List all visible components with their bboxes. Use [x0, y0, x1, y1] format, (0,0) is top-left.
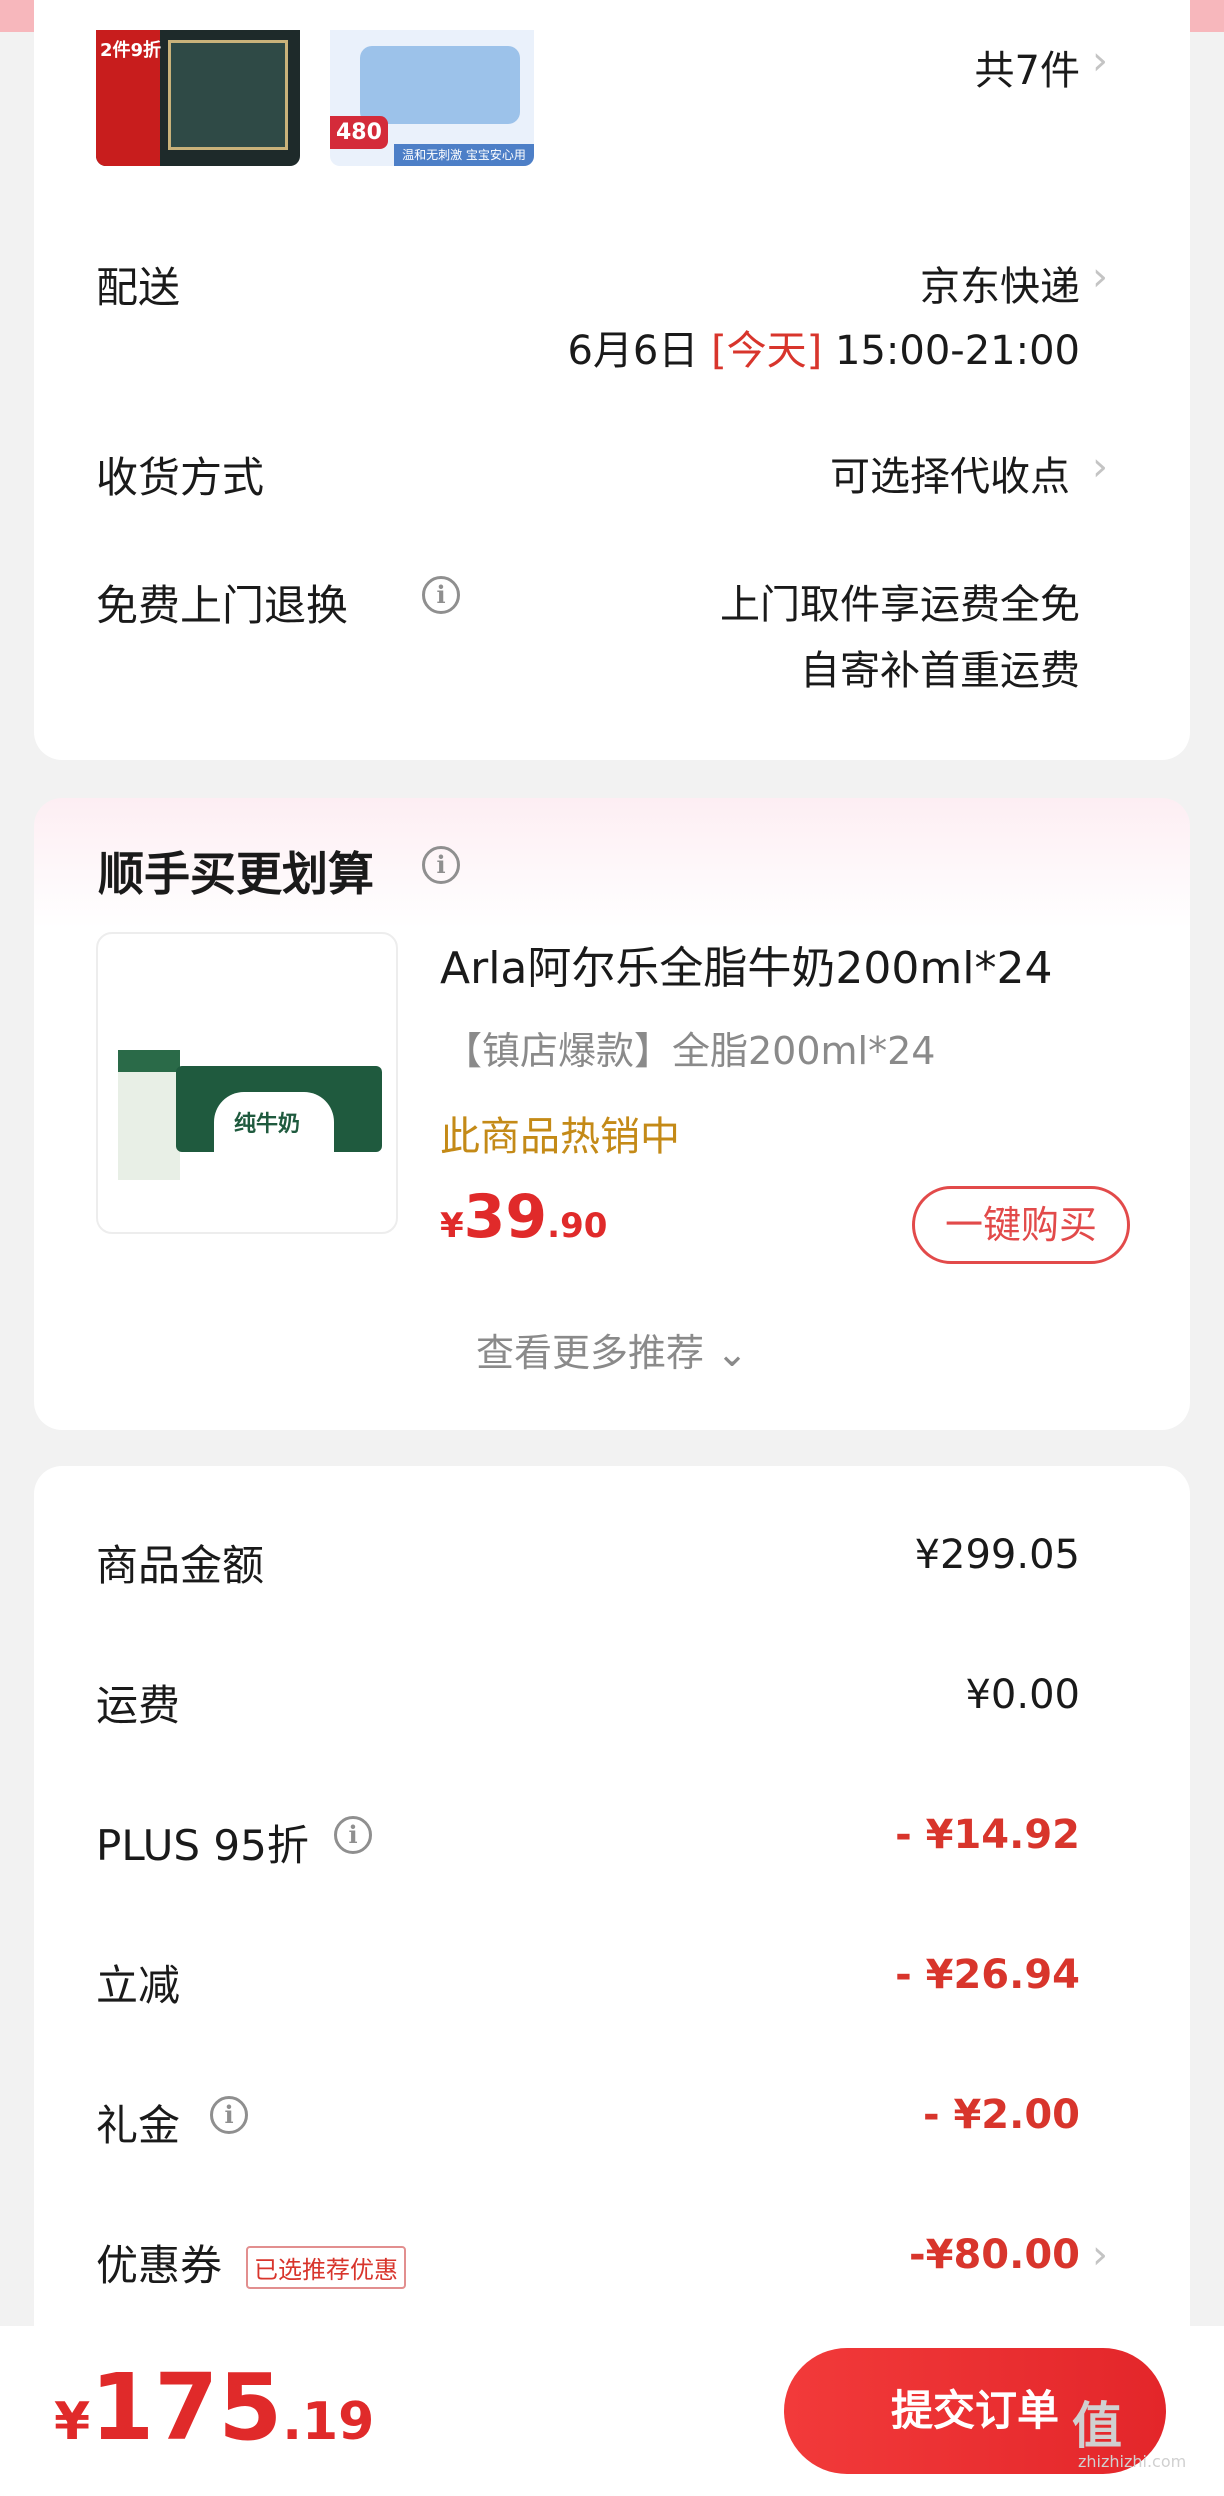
chevron-right-icon[interactable]: ›	[1092, 444, 1108, 490]
info-icon[interactable]: i	[422, 576, 460, 614]
order-total: ¥175.19	[54, 2354, 374, 2461]
chevron-right-icon[interactable]: ›	[1092, 38, 1108, 84]
delivery-window: 15:00-21:00	[835, 328, 1080, 374]
product-price: ¥39.90	[440, 1182, 607, 1252]
receive-method-label: 收货方式	[96, 453, 265, 502]
info-icon[interactable]: i	[334, 1816, 372, 1854]
recommendation-title: 顺手买更划算	[98, 838, 374, 904]
shipping-fee-label: 运费	[96, 1681, 181, 1730]
total-integer: 175	[90, 2354, 283, 2461]
info-icon[interactable]: i	[210, 2096, 248, 2134]
coupon-value[interactable]: -¥80.00	[909, 2232, 1080, 2278]
checkout-bar: ¥175.19 提交订单 值 zhizhizhi.com	[0, 2326, 1224, 2496]
total-currency: ¥	[54, 2392, 91, 2452]
milk-carton-graphic	[118, 1050, 180, 1180]
free-return-line1: 上门取件享运费全免	[720, 582, 1080, 628]
product-thumb-tissue[interactable]: 2件9折	[96, 30, 300, 166]
plus-discount-label: PLUS 95折	[96, 1821, 309, 1870]
item-count[interactable]: 共7件	[975, 38, 1080, 96]
thumb-caption: 温和无刺激 宝宝安心用	[394, 144, 534, 166]
thumb-count-badge: 480	[330, 116, 388, 149]
milk-box-text: 纯牛奶	[234, 1112, 301, 1137]
gift-money-value: - ¥2.00	[922, 2092, 1080, 2138]
one-click-buy-button[interactable]: 一键购买	[912, 1186, 1130, 1264]
coupon-label: 优惠券	[96, 2241, 223, 2290]
product-thumb-wipes[interactable]: 480 温和无刺激 宝宝安心用	[330, 30, 534, 166]
instant-discount-label: 立减	[96, 1961, 181, 2010]
watermark-logo: 值	[1072, 2397, 1122, 2455]
free-return-label: 免费上门退换	[96, 581, 349, 630]
watermark-text: zhizhizhi.com	[1078, 2452, 1187, 2471]
subtotal-label: 商品金额	[96, 1541, 265, 1590]
chevron-right-icon[interactable]: ›	[1092, 254, 1108, 300]
shipping-label: 配送	[96, 263, 181, 312]
shipping-fee-value: ¥0.00	[965, 1672, 1080, 1718]
recommendation-card: 顺手买更划算 i 纯牛奶 Arla阿尔乐全脂牛奶200ml*24 【镇店爆款】全…	[34, 798, 1190, 1430]
milk-box-graphic: 纯牛奶	[176, 1066, 382, 1152]
info-icon[interactable]: i	[422, 846, 460, 884]
receive-method-value[interactable]: 可选择代收点	[830, 444, 1070, 502]
product-image[interactable]: 纯牛奶	[96, 932, 398, 1234]
product-name[interactable]: Arla阿尔乐全脂牛奶200ml*24	[440, 932, 1052, 996]
gift-money-label: 礼金	[96, 2101, 181, 2150]
coupon-selected-tag: 已选推荐优惠	[246, 2246, 406, 2289]
recommendation-title-text: 顺手买更划算	[98, 847, 374, 901]
thumb-promo-tag: 2件9折	[100, 40, 162, 61]
shipping-value[interactable]: 京东快递	[920, 254, 1080, 312]
delivery-card: 2件9折 480 温和无刺激 宝宝安心用 共7件 › 配送 京东快递 › 6月6…	[34, 0, 1190, 760]
delivery-today: [今天]	[711, 328, 823, 374]
delivery-time[interactable]: 6月6日 [今天] 15:00-21:00	[567, 318, 1080, 376]
thumb-package	[168, 40, 288, 150]
subtotal-value: ¥299.05	[914, 1532, 1080, 1578]
plus-discount-value: - ¥14.92	[895, 1812, 1080, 1858]
product-subtitle: 【镇店爆款】全脂200ml*24	[444, 1029, 936, 1073]
thumb-wipes-bag	[360, 46, 520, 124]
delivery-date: 6月6日	[567, 328, 699, 374]
more-recommendations-link[interactable]: 查看更多推荐 ⌄	[34, 1322, 1190, 1377]
instant-discount-value: - ¥26.94	[895, 1952, 1080, 1998]
price-decimal: .90	[547, 1206, 608, 1246]
price-integer: 39	[463, 1182, 548, 1252]
free-return-line2: 自寄补首重运费	[800, 648, 1080, 694]
product-hot-tag: 此商品热销中	[440, 1114, 680, 1160]
chevron-right-icon[interactable]: ›	[1092, 2232, 1108, 2278]
total-decimal: .19	[282, 2392, 375, 2452]
price-currency: ¥	[440, 1206, 464, 1246]
